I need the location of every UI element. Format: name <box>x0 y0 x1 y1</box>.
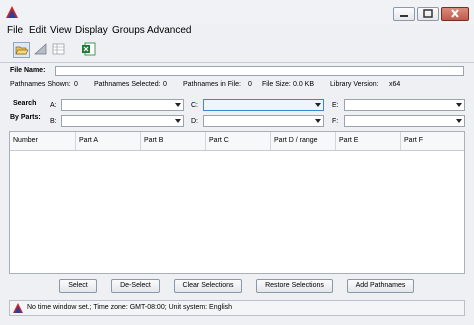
menu-view[interactable]: View <box>50 25 72 36</box>
pathnames-in-file-value: 0 <box>248 81 252 88</box>
column-header-part-e[interactable]: Part E <box>336 132 401 150</box>
maximize-button[interactable] <box>417 7 439 21</box>
column-header-part-f[interactable]: Part F <box>401 132 464 150</box>
table-icon <box>52 43 65 55</box>
excel-button[interactable] <box>81 42 98 58</box>
part-c-label: C: <box>191 102 198 109</box>
library-version-value: x64 <box>389 81 401 88</box>
close-button[interactable] <box>441 7 469 21</box>
pathname-table[interactable]: Number Part A Part B Part C Part D / ran… <box>9 131 465 274</box>
main-window: File Edit View Display Groups Advanced F… <box>0 0 474 325</box>
part-c-select[interactable] <box>203 99 324 111</box>
toolbar-separator <box>0 62 474 63</box>
part-b-label: B: <box>50 118 57 125</box>
column-header-number[interactable]: Number <box>10 132 76 150</box>
status-bar: No time window set.; Time zone: GMT-08:0… <box>9 300 465 316</box>
excel-icon <box>82 42 96 56</box>
toolbar <box>0 39 474 61</box>
open-file-button[interactable] <box>13 42 30 58</box>
menu-groups[interactable]: Groups <box>112 25 145 36</box>
menu-display[interactable]: Display <box>75 25 108 36</box>
table-header: Number Part A Part B Part C Part D / ran… <box>10 132 464 151</box>
tabulate-button[interactable] <box>51 42 68 58</box>
chevron-down-icon <box>456 119 462 123</box>
column-header-part-a[interactable]: Part A <box>76 132 141 150</box>
part-e-select[interactable] <box>344 99 465 111</box>
status-text: No time window set.; Time zone: GMT-08:0… <box>27 304 233 311</box>
chevron-down-icon <box>175 103 181 107</box>
column-header-part-c[interactable]: Part C <box>206 132 271 150</box>
add-pathnames-button[interactable]: Add Pathnames <box>347 279 414 293</box>
part-f-label: F: <box>332 118 339 125</box>
pathnames-selected-value: 0 <box>163 81 167 88</box>
menu-advanced[interactable]: Advanced <box>147 25 191 36</box>
chevron-down-icon <box>315 119 321 123</box>
library-version-label: Library Version: <box>330 81 379 88</box>
menu-file[interactable]: File <box>7 25 23 36</box>
maximize-icon <box>423 9 433 18</box>
pathnames-selected-label: Pathnames Selected: <box>94 81 161 88</box>
plot-icon <box>34 43 47 55</box>
title-bar <box>0 0 474 24</box>
clear-selections-button[interactable]: Clear Selections <box>174 279 242 293</box>
plot-button[interactable] <box>33 42 50 58</box>
by-parts-label: By Parts: <box>10 114 41 121</box>
minimize-button[interactable] <box>393 7 415 21</box>
file-name-field[interactable] <box>55 66 464 76</box>
column-header-part-d[interactable]: Part D / range <box>271 132 336 150</box>
menu-edit[interactable]: Edit <box>29 25 46 36</box>
app-logo-icon <box>6 6 18 18</box>
minimize-icon <box>400 15 408 17</box>
file-name-label: File Name: <box>10 67 46 74</box>
select-button[interactable]: Select <box>59 279 97 293</box>
part-d-label: D: <box>191 118 198 125</box>
restore-selections-button[interactable]: Restore Selections <box>256 279 333 293</box>
part-f-select[interactable] <box>344 115 465 127</box>
pathnames-shown-value: 0 <box>74 81 78 88</box>
chevron-down-icon <box>315 103 321 107</box>
deselect-button[interactable]: De-Select <box>111 279 160 293</box>
chevron-down-icon <box>456 103 462 107</box>
open-folder-icon <box>15 46 29 55</box>
file-size-value: 0.0 KB <box>293 81 315 88</box>
part-b-select[interactable] <box>61 115 184 127</box>
chevron-down-icon <box>175 119 181 123</box>
part-d-select[interactable] <box>203 115 324 127</box>
part-e-label: E: <box>332 102 339 109</box>
close-icon <box>451 9 459 18</box>
menu-bar: File Edit View Display Groups Advanced <box>0 24 474 39</box>
pathnames-shown-label: Pathnames Shown: <box>10 81 71 88</box>
column-header-part-b[interactable]: Part B <box>141 132 206 150</box>
part-a-select[interactable] <box>61 99 184 111</box>
status-logo-icon <box>13 303 23 313</box>
file-size-label: File Size: <box>262 81 291 88</box>
part-a-label: A: <box>50 102 57 109</box>
search-label: Search <box>13 100 37 107</box>
pathnames-in-file-label: Pathnames in File: <box>183 81 241 88</box>
